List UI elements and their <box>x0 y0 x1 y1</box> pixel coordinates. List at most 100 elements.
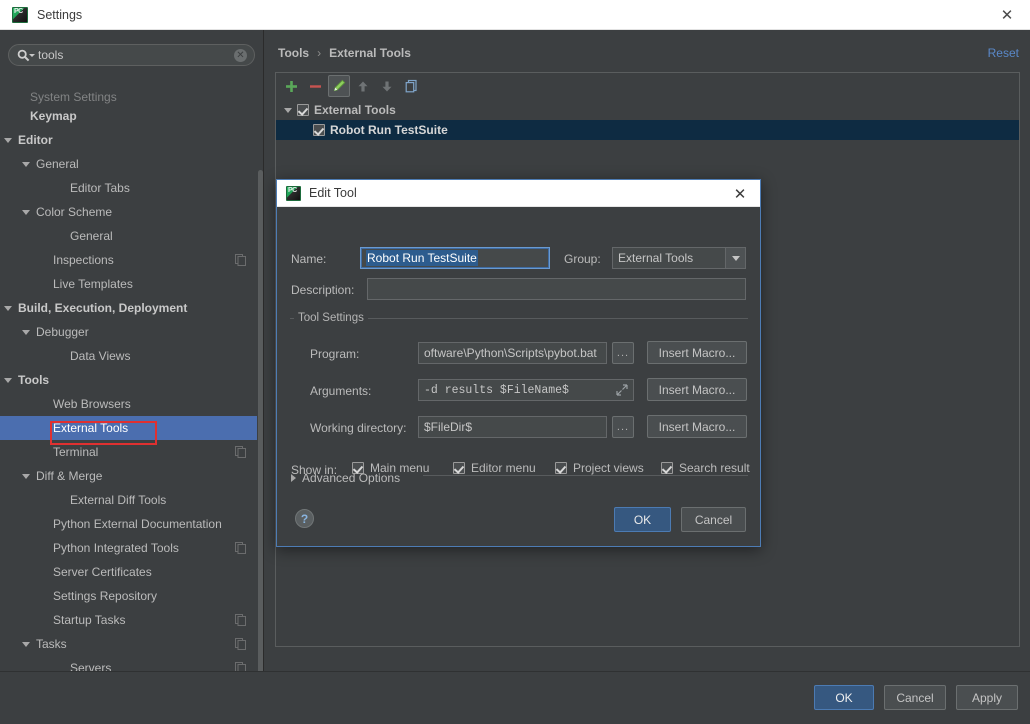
sidebar-item-editor-tabs[interactable]: Editor Tabs <box>0 176 258 200</box>
tool-group-label: External Tools <box>314 103 396 117</box>
description-input[interactable] <box>367 278 746 300</box>
settings-tree[interactable]: System SettingsKeymap Editor General Editor… <box>0 90 258 687</box>
dialog-close-button[interactable]: ✕ <box>730 184 750 204</box>
project-scope-icon <box>235 254 246 266</box>
sidebar-item-general[interactable]: General <box>0 224 258 248</box>
working-directory-insert-macro-button[interactable]: Insert Macro... <box>647 415 747 438</box>
sidebar-scrollbar-thumb[interactable] <box>258 170 263 710</box>
sidebar-item-label: Editor <box>18 133 53 147</box>
sidebar-item-editor[interactable]: Editor <box>0 128 258 152</box>
advanced-options-label: Advanced Options <box>302 471 400 485</box>
sidebar-item-terminal[interactable]: Terminal <box>0 440 258 464</box>
sidebar-item-tools[interactable]: Tools <box>0 368 258 392</box>
program-browse-button[interactable]: ... <box>612 342 634 364</box>
expand-icon[interactable] <box>613 380 631 400</box>
dialog-cancel-button[interactable]: Cancel <box>681 507 746 532</box>
sidebar-item-keymap[interactable]: Keymap <box>0 104 258 128</box>
group-value: External Tools <box>613 251 725 265</box>
tool-item-row[interactable]: Robot Run TestSuite <box>276 120 1019 140</box>
working-directory-browse-button[interactable]: ... <box>612 416 634 438</box>
clear-icon[interactable]: ✕ <box>234 49 247 62</box>
chevron-down-icon[interactable] <box>22 330 30 335</box>
sidebar-item-build-execution-deployment[interactable]: Build, Execution, Deployment <box>0 296 258 320</box>
sidebar-item-label: Web Browsers <box>53 397 131 411</box>
group-combobox[interactable]: External Tools <box>612 247 746 269</box>
chevron-down-icon[interactable] <box>4 378 12 383</box>
sidebar-item-inspections[interactable]: Inspections <box>0 248 258 272</box>
move-up-button[interactable] <box>352 75 374 97</box>
tool-group-row[interactable]: External Tools <box>276 100 1019 120</box>
sidebar-item-web-browsers[interactable]: Web Browsers <box>0 392 258 416</box>
working-directory-input[interactable]: $FileDir$ <box>418 416 607 438</box>
tool-item-checkbox[interactable] <box>313 124 325 136</box>
project-scope-icon <box>235 446 246 458</box>
sidebar-item-data-views[interactable]: Data Views <box>0 344 258 368</box>
chevron-down-icon[interactable] <box>4 138 12 143</box>
sidebar-item-external-diff-tools[interactable]: External Diff Tools <box>0 488 258 512</box>
checkbox-editor-menu[interactable]: Editor menu <box>453 461 536 475</box>
checkbox-icon[interactable] <box>555 462 567 474</box>
window-close-button[interactable]: ✕ <box>984 0 1030 29</box>
settings-footer: ? OK Cancel Apply <box>0 671 1030 724</box>
chevron-down-icon[interactable] <box>725 248 745 268</box>
program-input[interactable]: oftware\Python\Scripts\pybot.bat <box>418 342 607 364</box>
footer-apply-button[interactable]: Apply <box>956 685 1018 710</box>
footer-cancel-button[interactable]: Cancel <box>884 685 946 710</box>
dialog-ok-button[interactable]: OK <box>614 507 671 532</box>
chevron-down-icon[interactable] <box>22 642 30 647</box>
sidebar-item-python-external-documentation[interactable]: Python External Documentation <box>0 512 258 536</box>
sidebar-item-debugger[interactable]: Debugger <box>0 320 258 344</box>
arguments-insert-macro-button[interactable]: Insert Macro... <box>647 378 747 401</box>
advanced-options-toggle[interactable]: Advanced Options <box>291 471 400 485</box>
sidebar-item-general[interactable]: General <box>0 152 258 176</box>
chevron-down-icon[interactable] <box>22 210 30 215</box>
search-dropdown-icon[interactable] <box>29 54 35 57</box>
breadcrumb: Tools › External Tools <box>278 46 411 60</box>
sidebar-item-external-tools[interactable]: External Tools <box>0 416 258 440</box>
sidebar-item-diff-merge[interactable]: Diff & Merge <box>0 464 258 488</box>
working-directory-label: Working directory: <box>310 421 406 435</box>
sidebar-item-live-templates[interactable]: Live Templates <box>0 272 258 296</box>
advanced-options-divider <box>423 475 748 476</box>
arguments-input[interactable]: -d results $FileName$ <box>418 379 634 401</box>
sidebar-item-server-certificates[interactable]: Server Certificates <box>0 560 258 584</box>
chevron-down-icon[interactable] <box>22 162 30 167</box>
sidebar-item-startup-tasks[interactable]: Startup Tasks <box>0 608 258 632</box>
arguments-value: -d results $FileName$ <box>424 384 569 397</box>
edit-button[interactable] <box>328 75 350 97</box>
tool-group-checkbox[interactable] <box>297 104 309 116</box>
breadcrumb-parent[interactable]: Tools <box>278 46 309 60</box>
sidebar-item-tasks[interactable]: Tasks <box>0 632 258 656</box>
checkbox-search-result[interactable]: Search result <box>661 461 750 475</box>
checkbox-project-views[interactable]: Project views <box>555 461 644 475</box>
sidebar-item-label: General <box>36 157 79 171</box>
name-input[interactable]: Robot Run TestSuite <box>360 247 550 269</box>
program-insert-macro-button[interactable]: Insert Macro... <box>647 341 747 364</box>
dialog-help-button[interactable]: ? <box>295 509 314 528</box>
sidebar-item-label: Tools <box>18 373 49 387</box>
sidebar-item-color-scheme[interactable]: Color Scheme <box>0 200 258 224</box>
sidebar-item-system-settings[interactable]: System Settings <box>0 90 258 104</box>
checkbox-icon[interactable] <box>453 462 465 474</box>
program-value: oftware\Python\Scripts\pybot.bat <box>424 346 597 360</box>
chevron-down-icon[interactable] <box>4 306 12 311</box>
sidebar-item-label: Settings Repository <box>53 589 157 603</box>
chevron-down-icon[interactable] <box>22 474 30 479</box>
checkbox-icon[interactable] <box>661 462 673 474</box>
remove-button[interactable] <box>304 75 326 97</box>
chevron-down-icon[interactable] <box>284 108 292 113</box>
group-label: Group: <box>564 252 601 266</box>
sidebar-scrollbar[interactable] <box>257 90 263 687</box>
copy-button[interactable] <box>400 75 422 97</box>
sidebar-item-settings-repository[interactable]: Settings Repository <box>0 584 258 608</box>
sidebar-item-python-integrated-tools[interactable]: Python Integrated Tools <box>0 536 258 560</box>
add-button[interactable] <box>280 75 302 97</box>
external-tools-toolbar <box>276 73 1019 99</box>
pycharm-icon <box>12 7 28 23</box>
project-scope-icon <box>235 638 246 650</box>
reset-link[interactable]: Reset <box>988 46 1019 60</box>
move-down-button[interactable] <box>376 75 398 97</box>
footer-ok-button[interactable]: OK <box>814 685 874 710</box>
search-input[interactable]: tools ✕ <box>8 44 255 66</box>
chevron-right-icon[interactable] <box>291 474 296 482</box>
